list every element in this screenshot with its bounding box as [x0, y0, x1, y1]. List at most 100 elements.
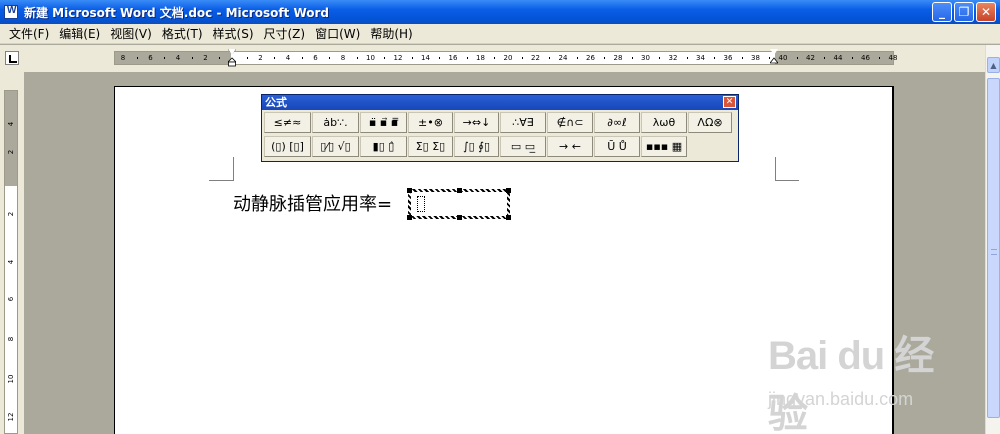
horizontal-ruler-row: 8 6 4 2 2 4 6 8 10 12 14 16 18 20 22 24 26 28 30 32 34 36 38 40… [0, 45, 1000, 72]
ruler-tick-label: 26 [586, 54, 595, 62]
operator-symbols-button[interactable]: ±•⊗ [408, 112, 453, 133]
matrix-templates-button[interactable]: ▪▪▪ ▦ [641, 136, 687, 157]
ruler-tick-mark [576, 57, 578, 59]
palette-close-button[interactable]: ✕ [723, 96, 736, 108]
ruler-tick-label: 12 [393, 54, 403, 62]
greek-lowercase-button[interactable]: λωθ [641, 112, 687, 133]
ruler-tick-label: 28 [613, 54, 623, 62]
underbar-overbar-templates-button[interactable]: ▭ ▭̲ [500, 136, 546, 157]
ruler-tick-mark [714, 57, 716, 59]
spaces-ellipses-button[interactable]: ȧb∵. [312, 112, 359, 133]
ruler-tick-label: 32 [668, 54, 678, 62]
tab-stop-selector[interactable] [5, 51, 19, 65]
ruler-tick-label: 8 [120, 54, 126, 62]
menu-help[interactable]: 帮助(H) [365, 25, 417, 42]
vruler-top-margin [5, 91, 17, 186]
baidu-jingyan-watermark: Bai du 经验 jingyan.baidu.com [768, 323, 958, 434]
menu-view[interactable]: 视图(V) [105, 25, 157, 42]
set-theory-symbols-button[interactable]: ∉∩⊂ [547, 112, 593, 133]
menu-window[interactable]: 窗口(W) [310, 25, 365, 42]
logical-symbols-button[interactable]: ∴∀∃ [500, 112, 546, 133]
title-bar[interactable]: 新建 Microsoft Word 文档.doc - Microsoft Wor… [0, 0, 1000, 24]
menu-edit[interactable]: 编辑(E) [54, 25, 105, 42]
ruler-tick-mark [796, 57, 798, 59]
scroll-up-button[interactable]: ▲ [987, 57, 1000, 73]
ruler-tick-label: 40 [778, 54, 788, 62]
menu-style[interactable]: 样式(S) [208, 25, 259, 42]
summation-templates-button[interactable]: Σ▯ Σ▯ [408, 136, 453, 157]
close-button[interactable]: ✕ [976, 2, 996, 22]
ruler-tick-label: 10 [366, 54, 375, 62]
vertical-scrollbar[interactable]: ▲ [985, 45, 1000, 434]
right-indent-marker[interactable] [769, 49, 779, 67]
ruler-tick-label: 8 [340, 54, 346, 62]
ruler-tick-label: 44 [833, 54, 843, 62]
vruler-tick-label: 6 [7, 296, 15, 302]
menu-size[interactable]: 尺寸(Z) [259, 25, 311, 42]
resize-handle[interactable] [506, 188, 511, 193]
equation-editor-box[interactable] [407, 188, 511, 220]
ruler-tick-label: 4 [175, 54, 181, 62]
resize-handle[interactable] [506, 215, 511, 220]
equation-palette: 公式 ✕ ≤≠≈ ȧb∵. ▪̈ ▪⃗ ▪̿ ±•⊗ →⇔↓ ∴∀∃ ∉∩⊂ ∂… [261, 94, 739, 162]
ruler-tick-mark [879, 57, 881, 59]
crop-mark-top-right [775, 157, 776, 181]
ruler-tick-label: 4 [285, 54, 291, 62]
restore-button[interactable]: ❐ [954, 2, 974, 22]
palette-title-bar[interactable]: 公式 ✕ [262, 95, 738, 110]
left-indent-marker[interactable] [227, 48, 237, 67]
vruler-tick-label: 10 [7, 374, 15, 384]
menu-file[interactable]: 文件(F) [4, 25, 54, 42]
ruler-tick-mark [191, 57, 193, 59]
embellishments-button[interactable]: ▪̈ ▪⃗ ▪̿ [360, 112, 407, 133]
palette-symbols-row: ≤≠≈ ȧb∵. ▪̈ ▪⃗ ▪̿ ±•⊗ →⇔↓ ∴∀∃ ∉∩⊂ ∂∞ℓ λω… [262, 110, 738, 134]
integral-templates-button[interactable]: ∫▯ ∮▯ [454, 136, 499, 157]
palette-templates-row: (▯) [▯] ▯⁄▯ √▯ ▮▯ ▯̂ Σ▯ Σ▯ ∫▯ ∮▯ ▭ ▭̲ → … [262, 134, 738, 158]
subscript-superscript-templates-button[interactable]: ▮▯ ▯̂ [360, 136, 407, 157]
ruler-tick-mark [659, 57, 661, 59]
ruler-tick-label: 16 [448, 54, 458, 62]
ruler-tick-label: 18 [476, 54, 485, 62]
window-title: 新建 Microsoft Word 文档.doc - Microsoft Wor… [24, 5, 330, 20]
products-set-templates-button[interactable]: Ū Ů [594, 136, 640, 157]
relational-symbols-button[interactable]: ≤≠≈ [264, 112, 311, 133]
ruler-tick-label: 6 [313, 54, 318, 62]
ruler-tick-label: 2 [203, 54, 208, 62]
greek-uppercase-button[interactable]: ΛΩ⊗ [688, 112, 732, 133]
ruler-left-margin [115, 52, 231, 64]
ruler-tick-mark [164, 57, 166, 59]
ruler-tick-mark [521, 57, 523, 59]
ruler-tick-label: 30 [641, 54, 650, 62]
vruler-tick-label: 2 [7, 149, 15, 155]
menu-bar: 文件(F) 编辑(E) 视图(V) 格式(T) 样式(S) 尺寸(Z) 窗口(W… [0, 24, 1000, 44]
ruler-tick-label: 42 [806, 54, 815, 62]
resize-handle[interactable] [457, 188, 462, 193]
menu-format[interactable]: 格式(T) [157, 25, 208, 42]
ruler-tick-label: 38 [751, 54, 760, 62]
scroll-thumb[interactable] [987, 78, 1000, 418]
ruler-tick-label: 48 [888, 54, 898, 62]
ruler-tick-mark [274, 57, 276, 59]
ruler-tick-label: 22 [531, 54, 540, 62]
misc-symbols-button[interactable]: ∂∞ℓ [594, 112, 640, 133]
fraction-radical-templates-button[interactable]: ▯⁄▯ √▯ [312, 136, 359, 157]
ruler-tick-label: 36 [723, 54, 733, 62]
scroll-grip-icon [991, 249, 997, 255]
resize-handle[interactable] [407, 188, 412, 193]
ruler-tick-mark [136, 57, 138, 59]
equation-input-slot[interactable] [417, 196, 425, 212]
arrow-symbols-button[interactable]: →⇔↓ [454, 112, 499, 133]
fence-templates-button[interactable]: (▯) [▯] [264, 136, 311, 157]
word-app-icon[interactable] [4, 5, 18, 19]
document-text[interactable]: 动静脉插管应用率= [233, 190, 392, 216]
resize-handle[interactable] [407, 215, 412, 220]
ruler-tick-mark [246, 57, 248, 59]
labeled-arrow-templates-button[interactable]: → ← [547, 136, 593, 157]
crop-mark-top-right-h [775, 180, 799, 181]
vertical-ruler[interactable]: 4 2 2 4 6 8 10 12 [4, 90, 18, 434]
ruler-tick-label: 46 [861, 54, 870, 62]
minimize-button[interactable]: _ [932, 2, 952, 22]
resize-handle[interactable] [457, 215, 462, 220]
ruler-tick-mark [741, 57, 743, 59]
ruler-tick-mark [411, 57, 413, 59]
